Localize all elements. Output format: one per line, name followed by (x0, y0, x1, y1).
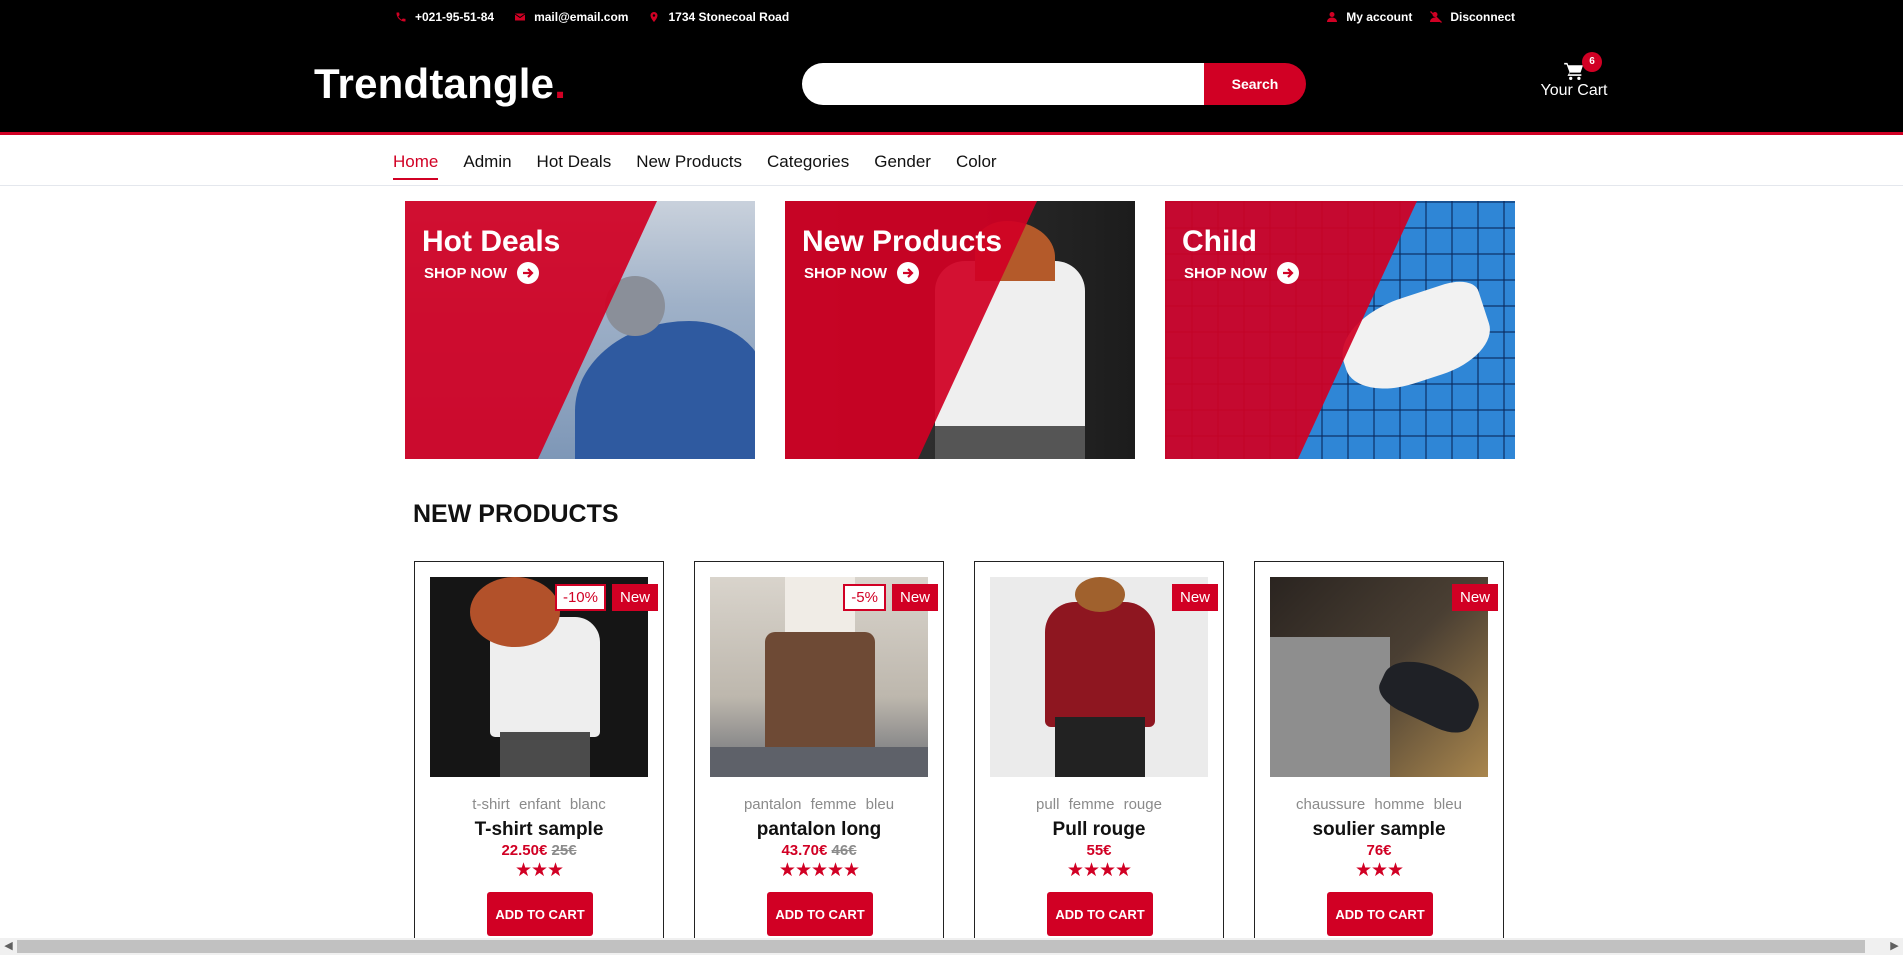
logo[interactable]: Trendtangle. (314, 60, 566, 108)
product-card[interactable]: New chaussure homme bleu soulier sample … (1254, 561, 1504, 955)
shop-now-label: SHOP NOW (424, 264, 508, 282)
product-price: 76€ (1255, 842, 1503, 859)
current-price: 43.70€ (781, 842, 828, 859)
header: +021-95-51-84 mail@email.com 1734 Stonec… (0, 0, 1903, 135)
banner-hot-deals[interactable]: Hot Deals SHOP NOW (405, 201, 755, 459)
shop-now-label: SHOP NOW (804, 264, 888, 282)
user-icon (1327, 12, 1338, 22)
add-to-cart-button[interactable]: ADD TO CART (487, 892, 593, 936)
product-category: pull femme rouge (1036, 796, 1162, 813)
nav-item-color[interactable]: Color (956, 152, 997, 180)
arrow-right-icon (517, 262, 540, 284)
scroll-right-icon[interactable]: ▶ (1886, 938, 1903, 955)
product-name[interactable]: pantalon long (695, 819, 943, 841)
old-price: 25€ (551, 842, 577, 859)
nav-item-home[interactable]: Home (393, 152, 439, 180)
cart-button[interactable]: 6 Your Cart (1536, 52, 1612, 100)
product-name[interactable]: Pull rouge (975, 819, 1223, 841)
disconnect-link[interactable]: Disconnect (1430, 10, 1515, 24)
nav-item-gender[interactable]: Gender (874, 152, 931, 180)
user-remove-icon (1430, 11, 1443, 23)
nav-item-new-products[interactable]: New Products (636, 152, 742, 180)
search-form: Search (802, 63, 1306, 105)
logo-text: Trendtangle (314, 60, 555, 107)
phone-icon (396, 12, 406, 22)
product-price: 55€ (975, 842, 1223, 859)
product-rating: ★★★ (514, 860, 564, 881)
banner-new-products[interactable]: New Products SHOP NOW (785, 201, 1135, 459)
product-labels: -10% New (554, 584, 658, 611)
new-badge: New (611, 584, 658, 611)
nav-item-hot-deals[interactable]: Hot Deals (537, 152, 612, 180)
banner-title: Child (1182, 225, 1257, 258)
product-list: -10% New t-shirt enfant blanc T-shirt sa… (414, 561, 1504, 955)
scroll-left-icon[interactable]: ◀ (0, 938, 17, 955)
disconnect-label: Disconnect (1450, 10, 1515, 24)
shop-now-link[interactable]: SHOP NOW (804, 262, 920, 284)
cart-label: Your Cart (1540, 82, 1608, 99)
arrow-right-icon (1277, 262, 1300, 284)
product-name[interactable]: soulier sample (1255, 819, 1503, 841)
discount-badge: -5% (843, 584, 886, 611)
discount-badge: -10% (554, 584, 606, 611)
logo-dot: . (554, 60, 567, 107)
scrollbar-thumb[interactable] (17, 940, 1865, 953)
category-banners: Hot Deals SHOP NOW New Products SHOP NOW… (405, 201, 1515, 459)
product-rating: ★★★★★ (778, 860, 860, 881)
product-rating: ★★★ (1354, 860, 1404, 881)
product-category: chaussure homme bleu (1296, 796, 1462, 813)
my-account-label: My account (1346, 10, 1413, 24)
email-text: mail@email.com (534, 10, 629, 24)
account-links: My account Disconnect (1326, 10, 1515, 24)
product-price: 43.70€ 46€ (695, 842, 943, 859)
phone-text: +021-95-51-84 (415, 10, 495, 24)
product-card[interactable]: -5% New pantalon femme bleu pantalon lon… (694, 561, 944, 955)
shopping-cart-icon (1564, 62, 1583, 80)
new-badge: New (891, 584, 938, 611)
section-title: NEW PRODUCTS (413, 500, 619, 528)
contact-info: +021-95-51-84 mail@email.com 1734 Stonec… (395, 10, 789, 24)
search-button[interactable]: Search (1204, 63, 1306, 105)
banner-title: Hot Deals (422, 225, 561, 258)
add-to-cart-button[interactable]: ADD TO CART (767, 892, 873, 936)
nav-item-admin[interactable]: Admin (463, 152, 511, 180)
arrow-right-icon (897, 262, 920, 284)
shop-now-link[interactable]: SHOP NOW (424, 262, 540, 284)
new-badge: New (1451, 584, 1498, 611)
product-labels: -5% New (843, 584, 938, 611)
product-category: t-shirt enfant blanc (472, 796, 606, 813)
product-card[interactable]: New pull femme rouge Pull rouge 55€ ★★★★… (974, 561, 1224, 955)
search-input[interactable] (802, 63, 1204, 105)
current-price: 22.50€ (501, 842, 548, 859)
nav-item-categories[interactable]: Categories (767, 152, 849, 180)
new-badge: New (1171, 584, 1218, 611)
product-category: pantalon femme bleu (743, 796, 895, 813)
map-marker-icon (650, 12, 658, 22)
phone-item[interactable]: +021-95-51-84 (395, 10, 494, 24)
current-price: 76€ (1366, 842, 1392, 859)
cart-count-badge: 6 (1582, 52, 1602, 72)
add-to-cart-button[interactable]: ADD TO CART (1047, 892, 1153, 936)
nav-list: Home Admin Hot Deals New Products Catego… (393, 152, 997, 180)
current-price: 55€ (1086, 842, 1112, 859)
envelope-icon (514, 13, 526, 21)
banner-title: New Products (802, 225, 1003, 258)
product-card[interactable]: -10% New t-shirt enfant blanc T-shirt sa… (414, 561, 664, 955)
product-labels: New (1451, 584, 1498, 611)
main-nav: Home Admin Hot Deals New Products Catego… (0, 138, 1903, 186)
address-item[interactable]: 1734 Stonecoal Road (648, 10, 789, 24)
add-to-cart-button[interactable]: ADD TO CART (1327, 892, 1433, 936)
banner-child[interactable]: Child SHOP NOW (1165, 201, 1515, 459)
product-name[interactable]: T-shirt sample (415, 819, 663, 841)
product-rating: ★★★★ (1066, 860, 1132, 881)
email-item[interactable]: mail@email.com (514, 10, 628, 24)
address-text: 1734 Stonecoal Road (668, 10, 790, 24)
product-price: 22.50€ 25€ (415, 842, 663, 859)
my-account-link[interactable]: My account (1326, 10, 1412, 24)
horizontal-scrollbar[interactable]: ◀ ▶ (0, 938, 1903, 955)
old-price: 46€ (831, 842, 857, 859)
product-labels: New (1171, 584, 1218, 611)
shop-now-label: SHOP NOW (1184, 264, 1268, 282)
shop-now-link[interactable]: SHOP NOW (1184, 262, 1300, 284)
